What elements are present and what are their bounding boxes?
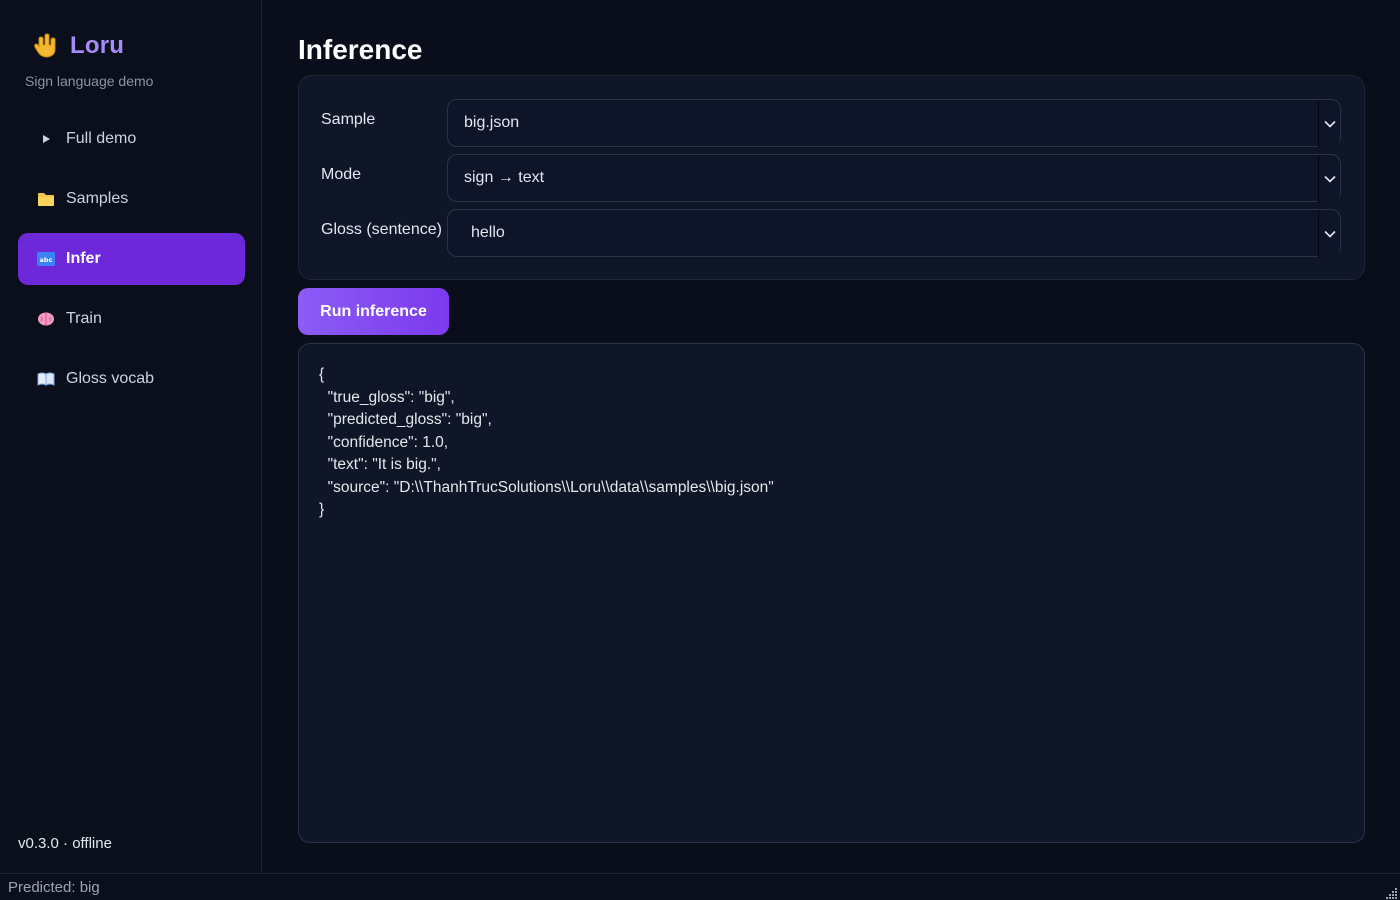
brand-subtitle: Sign language demo [25,73,154,89]
chevron-down-icon [1318,155,1340,203]
sidebar-item-label: Train [66,310,102,327]
brain-icon [36,309,56,329]
status-bar: Predicted: big [0,873,1400,900]
sidebar-item-full-demo[interactable]: Full demo [18,113,245,165]
inference-form: Sample big.json Mode sign → text Gloss (… [298,75,1365,280]
mode-row: Mode sign → text [321,154,1341,203]
sign-hand-icon [32,32,60,60]
chevron-down-icon [1318,100,1340,148]
play-triangle-icon [36,129,56,149]
sidebar: Loru Sign language demo Full demo Sample… [0,0,262,873]
sample-label: Sample [321,111,376,128]
sidebar-item-gloss-vocab[interactable]: Gloss vocab [18,353,245,405]
run-inference-button[interactable]: Run inference [298,288,449,335]
sidebar-item-label: Infer [66,250,101,267]
gloss-row: Gloss (sentence) hello [321,209,1341,258]
sample-value: big.json [464,114,520,131]
sidebar-item-label: Samples [66,190,129,207]
resize-grip-icon[interactable] [1386,886,1398,899]
gloss-value: hello [471,224,505,241]
app-window: Loru Sign language demo Full demo Sample… [0,0,1400,900]
chevron-down-icon [1318,210,1340,258]
svg-text:abc: abc [40,256,53,264]
brand: Loru [32,32,124,60]
mode-label: Mode [321,166,362,183]
mode-select[interactable]: sign → text [447,154,1341,203]
mode-value: sign → text [464,169,545,186]
sample-select[interactable]: big.json [447,99,1341,148]
sidebar-item-label: Full demo [66,130,137,147]
version-label: v0.3.0 · offline [18,835,112,852]
sidebar-item-infer[interactable]: abc Infer [18,233,245,285]
brand-title: Loru [70,32,125,59]
output-panel: { "true_gloss": "big", "predicted_gloss"… [298,343,1365,843]
sidebar-item-train[interactable]: Train [18,293,245,345]
folder-icon [36,189,56,209]
abc-icon: abc [36,249,56,269]
page-title: Inference [298,34,423,65]
sidebar-item-samples[interactable]: Samples [18,173,245,225]
sample-row: Sample big.json [321,99,1341,148]
gloss-label: Gloss (sentence) [321,221,442,238]
output-json: { "true_gloss": "big", "predicted_gloss"… [319,366,774,518]
sidebar-item-label: Gloss vocab [66,370,155,387]
book-icon [36,369,56,389]
gloss-select[interactable]: hello [447,209,1341,258]
sidebar-nav: Full demo Samples abc Infer Train Gloss … [18,113,245,413]
status-text: Predicted: big [8,879,100,896]
